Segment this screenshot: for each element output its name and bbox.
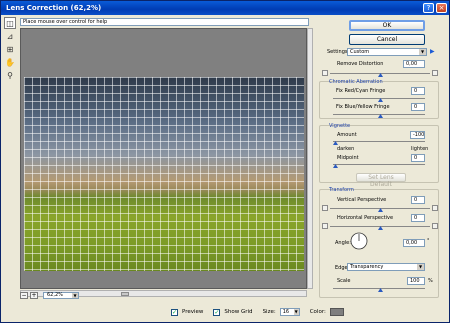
chevron-down-icon: ▼: [293, 309, 299, 315]
bottom-options: ✓ Preview ✓ Show Grid Size: 16 ▼ Color:: [171, 307, 344, 317]
window-title: Lens Correction (62,2%): [6, 4, 102, 12]
size-label: Size:: [262, 309, 276, 315]
scale-input[interactable]: 100: [407, 277, 425, 285]
vertical-perspective-max-icon: [432, 205, 438, 211]
angle-input[interactable]: 0,00: [403, 239, 425, 247]
title-bar: Lens Correction (62,2%): [1, 1, 449, 15]
horizontal-scroll-thumb[interactable]: [121, 292, 129, 296]
horizontal-perspective-label: Horizontal Perspective: [337, 215, 394, 221]
vertical-perspective-input[interactable]: 0: [411, 196, 425, 204]
preview-checkbox[interactable]: ✓: [171, 308, 178, 316]
horizontal-perspective-input[interactable]: 0: [411, 214, 425, 222]
edge-select[interactable]: Transparency ▼: [347, 263, 425, 271]
image-preview[interactable]: [20, 28, 307, 289]
pincushion-icon: [322, 70, 328, 76]
chevron-down-icon: ▼: [417, 264, 424, 270]
chevron-down-icon: ▼: [72, 292, 78, 298]
grid-size-select[interactable]: 16 ▼: [279, 308, 300, 316]
zoom-in-button[interactable]: +: [30, 291, 38, 299]
minimize-button[interactable]: ?: [423, 3, 434, 13]
lens-correction-window: Lens Correction (62,2%) ? × ◫ ⊿ ⊞ ✋ ⚲ Pl…: [0, 0, 450, 323]
remove-distortion-input[interactable]: 0,00: [403, 60, 425, 68]
chevron-down-icon: ▼: [419, 49, 426, 55]
vertical-perspective-min-icon: [322, 205, 328, 211]
hand-tool-icon[interactable]: ✋: [4, 56, 16, 68]
lighten-label: lighten: [411, 146, 429, 152]
vertical-scrollbar[interactable]: [307, 28, 313, 289]
show-grid-checkbox[interactable]: ✓: [213, 308, 221, 316]
show-grid-label: Show Grid: [224, 309, 253, 315]
tool-palette: ◫ ⊿ ⊞ ✋ ⚲: [4, 17, 18, 82]
settings-label: Settings:: [327, 49, 350, 55]
vertical-perspective-label: Vertical Perspective: [337, 197, 387, 203]
vignette-amount-input[interactable]: -100: [410, 131, 425, 139]
angle-dial-icon[interactable]: [350, 232, 368, 250]
vignette-midpoint-input[interactable]: 0: [411, 154, 425, 162]
settings-menu-icon[interactable]: ▶: [430, 48, 435, 55]
set-lens-default-button[interactable]: Set Lens Default: [356, 173, 406, 188]
grid-size-value: 16: [282, 309, 290, 315]
color-label: Color:: [309, 309, 326, 315]
fix-blue-yellow-label: Fix Blue/Yellow Fringe: [336, 104, 390, 110]
help-hint-text: Place mouse over control for help: [23, 19, 108, 25]
zoom-tool-icon[interactable]: ⚲: [4, 69, 16, 81]
scale-label: Scale: [337, 278, 351, 284]
vignette-midpoint-slider[interactable]: [333, 164, 425, 165]
chromatic-aberration-title: Chromatic Aberration: [329, 79, 383, 85]
horizontal-perspective-max-icon: [432, 223, 438, 229]
darken-label: darken: [337, 146, 355, 152]
remove-distortion-tool-icon[interactable]: ◫: [4, 17, 16, 29]
grid-color-swatch[interactable]: [329, 308, 344, 316]
angle-unit: °: [427, 238, 430, 244]
preview-label: Preview: [182, 309, 204, 315]
fix-red-cyan-input[interactable]: 0: [411, 87, 425, 95]
preview-grid-overlay: [24, 77, 304, 271]
zoom-controls: − + 62,2% ▼: [20, 291, 79, 299]
settings-value: Custom: [350, 49, 370, 55]
fix-blue-yellow-slider[interactable]: [333, 114, 425, 115]
vignette-midpoint-label: Midpoint: [337, 155, 359, 161]
barrel-icon: [432, 70, 438, 76]
help-hint-bar: Place mouse over control for help: [20, 18, 309, 26]
zoom-level-value: 62,2%: [47, 291, 63, 298]
zoom-level-select[interactable]: 62,2% ▼: [43, 291, 79, 299]
vignette-title: Vignette: [329, 123, 351, 129]
close-button[interactable]: ×: [436, 3, 447, 13]
zoom-out-button[interactable]: −: [20, 291, 28, 299]
move-grid-tool-icon[interactable]: ⊞: [4, 43, 16, 55]
transform-title: Transform: [329, 187, 354, 193]
fix-red-cyan-slider[interactable]: [333, 98, 425, 99]
edge-value: Transparency: [350, 264, 384, 270]
settings-select[interactable]: Custom ▼: [347, 48, 427, 56]
angle-label: Angle:: [335, 240, 351, 246]
vignette-amount-label: Amount: [337, 132, 357, 138]
scale-slider[interactable]: [333, 288, 425, 289]
ok-button[interactable]: OK: [349, 20, 425, 31]
scale-unit: %: [428, 278, 433, 284]
horizontal-perspective-min-icon: [322, 223, 328, 229]
vignette-amount-slider[interactable]: [333, 141, 425, 142]
fix-blue-yellow-input[interactable]: 0: [411, 103, 425, 111]
fix-red-cyan-label: Fix Red/Cyan Fringe: [336, 88, 386, 94]
remove-distortion-label: Remove Distortion: [337, 61, 384, 67]
straighten-tool-icon[interactable]: ⊿: [4, 30, 16, 42]
cancel-button[interactable]: Cancel: [349, 34, 425, 45]
